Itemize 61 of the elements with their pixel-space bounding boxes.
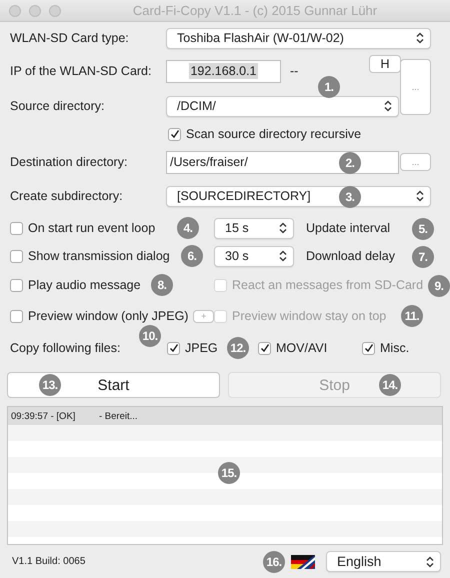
- source-select[interactable]: /DCIM/: [166, 96, 399, 116]
- checkbox[interactable]: [167, 342, 180, 354]
- chevron-icon: [416, 32, 424, 44]
- step-marker: 4.: [177, 217, 199, 239]
- checkbox[interactable]: [10, 278, 23, 292]
- checkbox[interactable]: [10, 250, 23, 262]
- step-marker: 11.: [401, 305, 423, 327]
- chevron-icon: [384, 100, 392, 112]
- close-button[interactable]: [9, 4, 21, 16]
- chevron-icon: [279, 250, 287, 262]
- step-marker: 16.: [263, 551, 285, 573]
- chevron-icon: [416, 190, 424, 202]
- field-label: Create subdirectory:: [10, 189, 124, 203]
- field-label: Destination directory:: [10, 155, 128, 169]
- checkbox-label: Misc.: [380, 341, 410, 355]
- chevron-icon: [279, 222, 287, 234]
- log-time: 09:39:57 - [OK]: [11, 410, 76, 422]
- setting-label: Download delay: [306, 249, 395, 263]
- field-value: 192.168.0.1: [189, 63, 258, 79]
- field-label: IP of the WLAN-SD Card:: [10, 64, 152, 78]
- minimize-button[interactable]: [29, 4, 41, 16]
- step-marker: 9.: [428, 275, 450, 297]
- step-marker: 12.: [227, 337, 249, 359]
- card-type-select[interactable]: Toshiba FlashAir (W-01/W-02): [166, 28, 431, 48]
- step-marker: 8.: [151, 274, 173, 296]
- interval-select[interactable]: 30 s: [214, 246, 294, 266]
- step-marker: 6.: [181, 245, 203, 267]
- checkbox-label: Scan source directory recursive: [186, 127, 362, 141]
- checkbox-label: Preview window stay on top: [232, 309, 386, 323]
- step-marker: 10.: [139, 325, 161, 347]
- checkbox-label: Play audio message: [28, 278, 141, 292]
- connection-status: --: [290, 64, 300, 78]
- ip-field[interactable]: 192.168.0.1: [166, 60, 281, 82]
- field-label: Copy following files:: [10, 341, 122, 355]
- checkbox-label: On start run event loop: [28, 221, 156, 235]
- setting-label: Update interval: [306, 221, 390, 235]
- checkbox[interactable]: [10, 310, 23, 322]
- field-label: Source directory:: [10, 99, 106, 113]
- step-marker: 7.: [412, 246, 434, 268]
- checkbox-label: Show transmission dialog: [28, 249, 170, 263]
- checkbox[interactable]: [168, 128, 181, 140]
- zoom-button[interactable]: [49, 4, 61, 16]
- chevron-icon: [426, 556, 434, 568]
- h-button[interactable]: H: [369, 55, 401, 73]
- checkbox-label: JPEG: [185, 341, 218, 355]
- field-label: WLAN-SD Card type:: [10, 31, 130, 45]
- checkbox-label: React an messages from SD-Card: [232, 278, 424, 292]
- build-version: V1.1 Build: 0065: [12, 556, 86, 567]
- step-marker: 1.: [318, 76, 340, 98]
- window-title: Card-Fi-Copy V1.1 - (c) 2015 Gunnar Lühr: [132, 3, 378, 18]
- checkbox[interactable]: [362, 342, 375, 354]
- checkbox[interactable]: [10, 222, 23, 234]
- checkbox-label: MOV/AVI: [276, 341, 328, 355]
- log-row[interactable]: 09:39:57 - [OK] - Bereit...: [8, 407, 442, 425]
- language-select[interactable]: English: [326, 551, 441, 572]
- checkbox[interactable]: [258, 342, 271, 354]
- checkbox-label: Preview window (only JPEG): [28, 309, 188, 323]
- flag-icon: [291, 554, 315, 568]
- interval-select[interactable]: 15 s: [214, 218, 294, 238]
- step-marker: 5.: [412, 218, 434, 240]
- log-message: - Bereit...: [99, 410, 138, 422]
